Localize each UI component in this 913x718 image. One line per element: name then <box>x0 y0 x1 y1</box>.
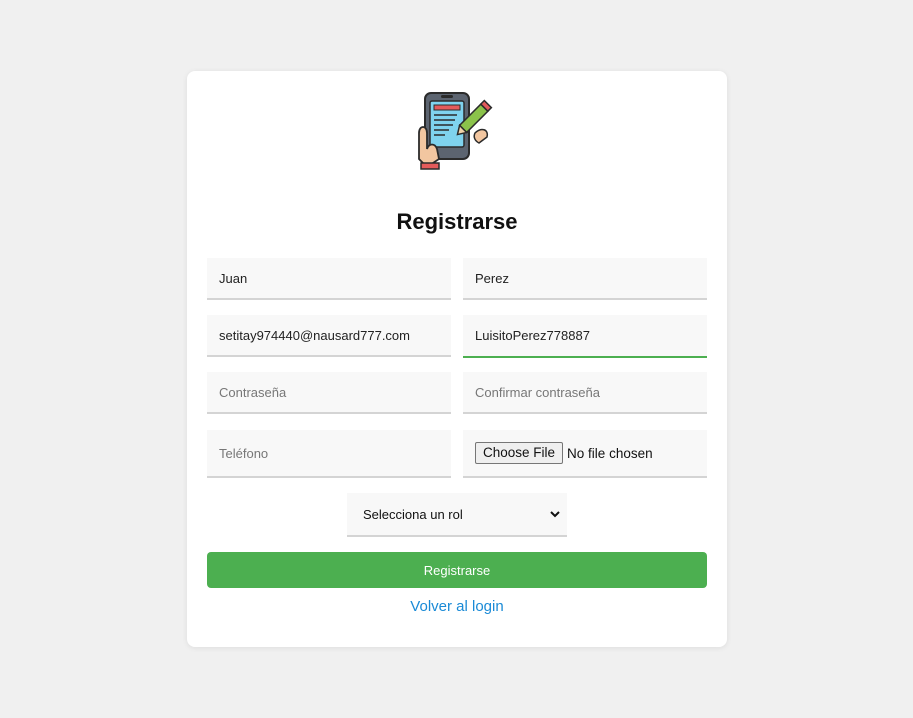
username-field[interactable] <box>463 315 707 358</box>
chevron-down-icon <box>550 511 560 518</box>
role-select-value: Selecciona un rol <box>363 506 463 522</box>
phone-field[interactable] <box>207 430 451 478</box>
register-button[interactable]: Registrarse <box>207 552 707 588</box>
file-input[interactable]: Choose File No file chosen <box>463 430 707 478</box>
first-name-field[interactable] <box>207 258 451 300</box>
email-field[interactable] <box>207 315 451 357</box>
last-name-field[interactable] <box>463 258 707 300</box>
password-field[interactable] <box>207 372 451 414</box>
choose-file-button[interactable]: Choose File <box>475 442 564 464</box>
phone-signing-icon <box>418 92 493 170</box>
page-title: Registrarse <box>396 209 518 234</box>
role-select[interactable]: Selecciona un rol <box>347 493 567 537</box>
register-card: Registrarse Choose File No file chosen S… <box>187 71 727 647</box>
file-status: No file chosen <box>567 445 653 461</box>
back-to-login-link[interactable]: Volver al login <box>187 598 727 615</box>
confirm-password-field[interactable] <box>463 372 707 414</box>
